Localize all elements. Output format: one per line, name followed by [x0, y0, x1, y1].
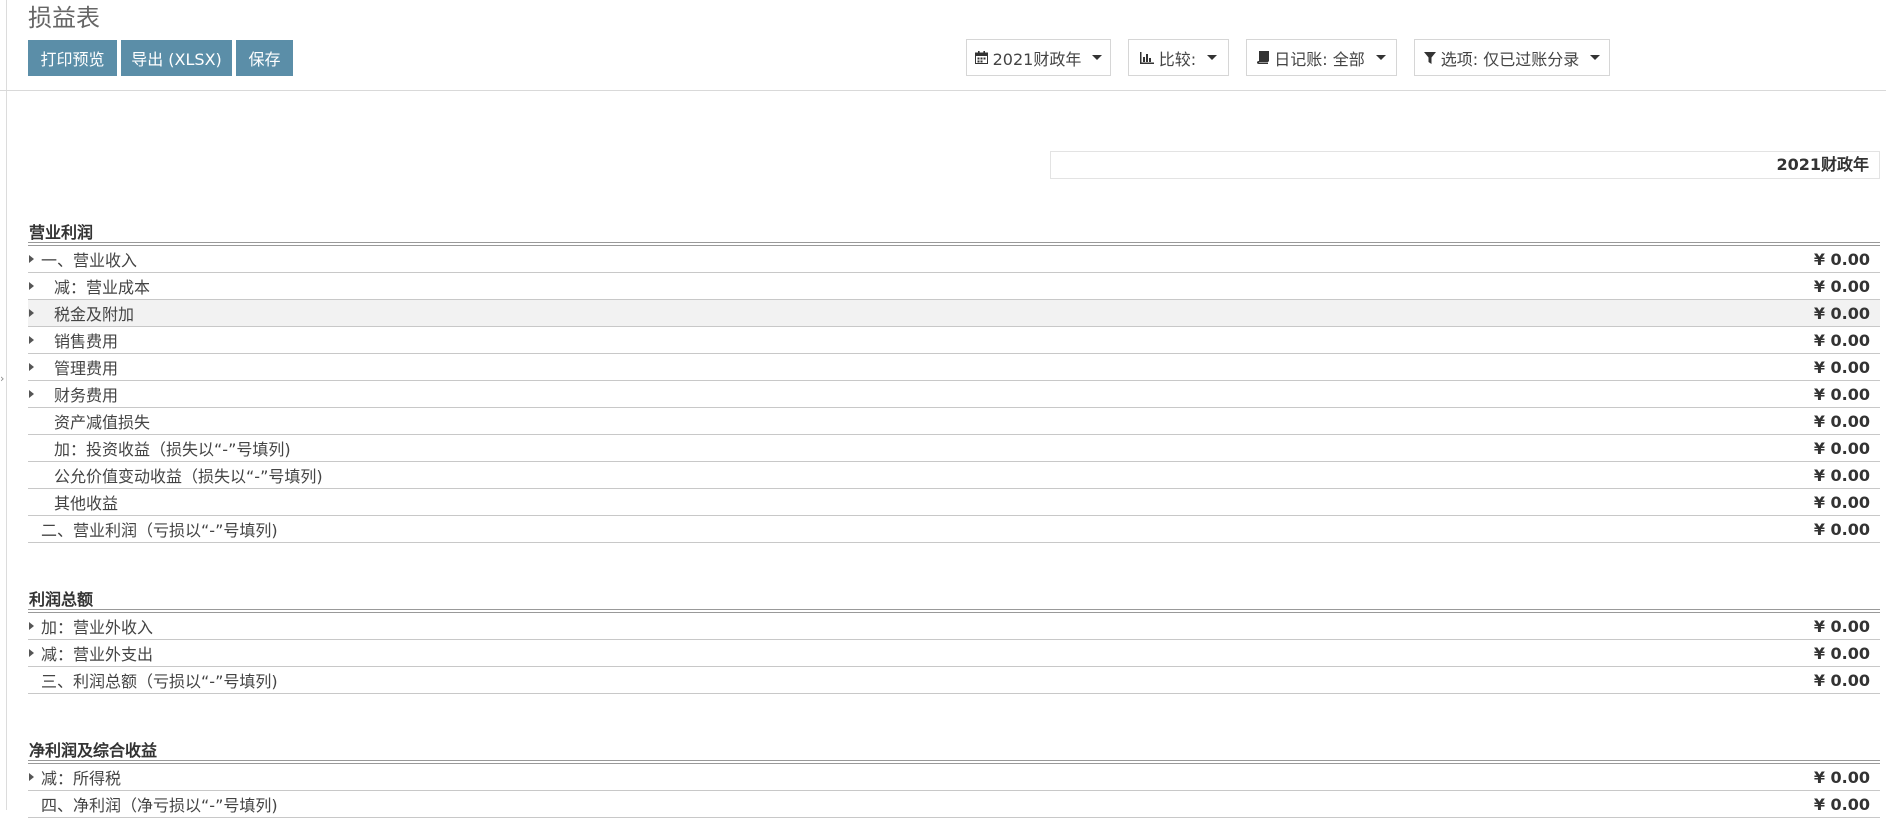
- row-amount: ¥ 0.00: [1813, 411, 1870, 431]
- row-label: 三、利润总额（亏损以“-”号填列): [41, 672, 278, 691]
- table-row[interactable]: 一、营业收入 ¥ 0.00: [28, 246, 1880, 273]
- row-amount: ¥ 0.00: [1813, 794, 1870, 814]
- options-dropdown[interactable]: 选项: 仅已过账分录: [1414, 39, 1610, 76]
- filter-icon: [1423, 51, 1436, 64]
- calendar-icon: [974, 51, 988, 64]
- row-amount: ¥ 0.00: [1813, 249, 1870, 269]
- table-row[interactable]: 财务费用 ¥ 0.00: [28, 381, 1880, 408]
- table-row[interactable]: 减：所得税 ¥ 0.00: [28, 764, 1880, 791]
- compare-dropdown[interactable]: 比较:: [1128, 39, 1229, 76]
- row-amount: ¥ 0.00: [1813, 303, 1870, 323]
- row-label: 其他收益: [54, 494, 119, 513]
- print-preview-button[interactable]: 打印预览: [28, 40, 117, 76]
- expand-arrow-icon[interactable]: [29, 773, 34, 781]
- expand-arrow-icon[interactable]: [29, 255, 34, 263]
- table-row: 公允价值变动收益（损失以“-”号填列) ¥ 0.00: [28, 462, 1880, 489]
- book-icon: [1257, 51, 1270, 64]
- chevron-down-icon: [1092, 55, 1103, 60]
- row-amount: ¥ 0.00: [1813, 643, 1870, 663]
- chevron-down-icon: [1375, 55, 1386, 60]
- row-label: 资产减值损失: [54, 413, 151, 432]
- table-row[interactable]: 税金及附加 ¥ 0.00: [28, 300, 1880, 327]
- chevron-down-icon: [1207, 55, 1218, 60]
- export-xlsx-button[interactable]: 导出 (XLSX): [121, 40, 232, 76]
- row-amount: ¥ 0.00: [1813, 465, 1870, 485]
- row-label: 减：营业成本: [54, 278, 151, 297]
- table-row: 二、营业利润（亏损以“-”号填列) ¥ 0.00: [28, 516, 1880, 543]
- row-amount: ¥ 0.00: [1813, 492, 1870, 512]
- table-row: 加：投资收益（损失以“-”号填列) ¥ 0.00: [28, 435, 1880, 462]
- row-amount: ¥ 0.00: [1813, 670, 1870, 690]
- row-label: 四、净利润（净亏损以“-”号填列): [41, 796, 278, 815]
- row-label: 公允价值变动收益（损失以“-”号填列): [54, 467, 323, 486]
- expand-arrow-icon[interactable]: [29, 390, 34, 398]
- expand-arrow-icon[interactable]: [29, 649, 34, 657]
- row-label: 税金及附加: [54, 305, 135, 324]
- table-row[interactable]: 管理费用 ¥ 0.00: [28, 354, 1880, 381]
- table-row: 资产减值损失 ¥ 0.00: [28, 408, 1880, 435]
- sidebar-toggle-icon[interactable]: ›: [0, 372, 4, 385]
- table-row: 三、利润总额（亏损以“-”号填列) ¥ 0.00: [28, 667, 1880, 694]
- expand-arrow-icon[interactable]: [29, 309, 34, 317]
- row-amount: ¥ 0.00: [1813, 357, 1870, 377]
- row-label: 减：所得税: [41, 769, 122, 788]
- expand-arrow-icon[interactable]: [29, 363, 34, 371]
- left-divider: [6, 0, 7, 810]
- bar-chart-icon: [1139, 51, 1154, 64]
- row-amount: ¥ 0.00: [1813, 616, 1870, 636]
- section-title-net-profit: 净利润及综合收益: [29, 741, 158, 760]
- row-label: 销售费用: [54, 332, 119, 351]
- period-column-header: 2021财政年: [1050, 151, 1880, 179]
- expand-arrow-icon[interactable]: [29, 282, 34, 290]
- row-amount: ¥ 0.00: [1813, 519, 1870, 539]
- control-panel: 损益表 打印预览 导出 (XLSX) 保存 2021财政年 比较: 日记账: 全…: [0, 0, 1886, 91]
- row-label: 财务费用: [54, 386, 119, 405]
- row-amount: ¥ 0.00: [1813, 330, 1870, 350]
- table-row[interactable]: 减：营业外支出 ¥ 0.00: [28, 640, 1880, 667]
- table-row[interactable]: 加：营业外收入 ¥ 0.00: [28, 613, 1880, 640]
- page-title: 损益表: [28, 4, 100, 32]
- expand-arrow-icon[interactable]: [29, 336, 34, 344]
- row-amount: ¥ 0.00: [1813, 767, 1870, 787]
- row-label: 管理费用: [54, 359, 119, 378]
- row-amount: ¥ 0.00: [1813, 438, 1870, 458]
- row-amount: ¥ 0.00: [1813, 276, 1870, 296]
- save-button[interactable]: 保存: [236, 40, 293, 76]
- table-row: 其他收益 ¥ 0.00: [28, 489, 1880, 516]
- period-dropdown[interactable]: 2021财政年: [966, 39, 1111, 76]
- compare-dropdown-label: 比较:: [1158, 49, 1197, 69]
- options-dropdown-label: 选项: 仅已过账分录: [1440, 49, 1580, 69]
- row-label: 加：营业外收入: [41, 618, 154, 637]
- chevron-down-icon: [1590, 55, 1601, 60]
- section-title-operating-profit: 营业利润: [29, 223, 94, 242]
- table-row[interactable]: 减：营业成本 ¥ 0.00: [28, 273, 1880, 300]
- journals-dropdown[interactable]: 日记账: 全部: [1246, 39, 1397, 76]
- journals-dropdown-label: 日记账: 全部: [1274, 49, 1365, 69]
- expand-arrow-icon[interactable]: [29, 622, 34, 630]
- section-title-total-profit: 利润总额: [29, 590, 94, 609]
- row-label: 减：营业外支出: [41, 645, 154, 664]
- row-label: 一、营业收入: [41, 251, 138, 270]
- row-label: 加：投资收益（损失以“-”号填列): [54, 440, 291, 459]
- row-amount: ¥ 0.00: [1813, 384, 1870, 404]
- table-row[interactable]: 销售费用 ¥ 0.00: [28, 327, 1880, 354]
- period-dropdown-label: 2021财政年: [992, 49, 1082, 69]
- table-row: 四、净利润（净亏损以“-”号填列) ¥ 0.00: [28, 791, 1880, 818]
- row-label: 二、营业利润（亏损以“-”号填列): [41, 521, 278, 540]
